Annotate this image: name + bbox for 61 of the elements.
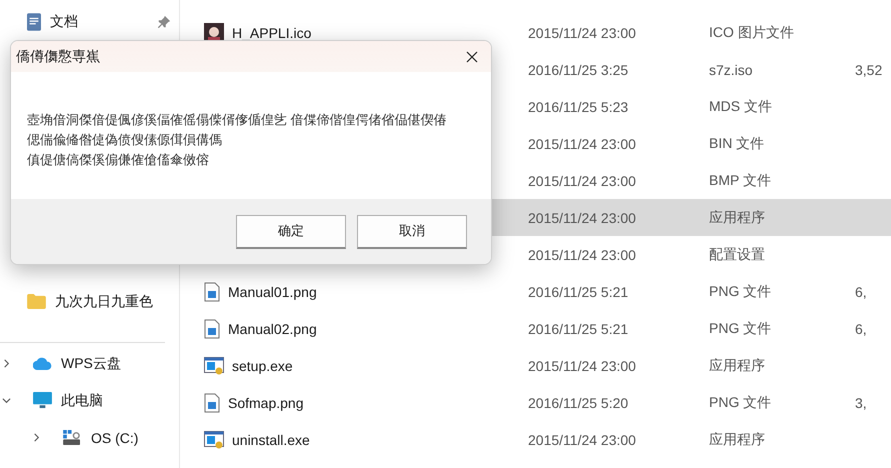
dialog-button[interactable]: 确定 <box>236 214 346 248</box>
file-type: ICO 图片文件 <box>709 24 795 42</box>
file-type: BMP 文件 <box>709 172 772 190</box>
file-type: PNG 文件 <box>709 320 772 338</box>
sidebar-item[interactable]: 文档 <box>50 12 78 30</box>
file-name[interactable]: Sofmap.png <box>228 394 304 410</box>
dialog-title: 僑僔儛懯専嶣 <box>16 48 100 66</box>
program-icon <box>204 430 224 448</box>
file-type: BIN 文件 <box>709 134 766 152</box>
file-type: 配置设置 <box>709 246 766 264</box>
file-date: 2016/11/25 5:21 <box>528 320 630 336</box>
file-size: 6, <box>855 284 867 300</box>
drive-icon <box>63 430 82 445</box>
sidebar-item[interactable]: 九次九日九重色 <box>55 292 153 310</box>
file-type: PNG 文件 <box>709 394 772 412</box>
file-type: 应用程序 <box>709 208 766 226</box>
image-file-icon <box>204 282 220 302</box>
file-date: 2016/11/25 3:25 <box>528 62 630 78</box>
file-size: 6, <box>855 320 867 336</box>
icon-file-icon <box>204 22 224 42</box>
file-name[interactable]: Manual01.png <box>228 284 317 300</box>
file-name[interactable]: setup.exe <box>232 358 293 374</box>
document-icon <box>27 12 41 30</box>
file-type: 应用程序 <box>709 356 766 374</box>
image-file-icon <box>204 392 220 412</box>
file-date: 2015/11/24 23:00 <box>528 358 637 374</box>
chevron-icon[interactable] <box>2 396 11 405</box>
file-name[interactable]: H_APPLI.ico <box>232 24 312 40</box>
close-icon[interactable] <box>466 50 478 62</box>
pin-icon[interactable] <box>157 15 171 29</box>
sidebar-item[interactable]: WPS云盘 <box>61 354 121 372</box>
file-name[interactable]: Manual02.png <box>228 320 317 336</box>
file-date: 2015/11/24 23:00 <box>528 172 637 188</box>
file-name[interactable]: uninstall.exe <box>232 432 310 448</box>
folder-icon <box>27 294 46 309</box>
file-date: 2015/11/24 23:00 <box>528 136 637 152</box>
chevron-icon[interactable] <box>2 359 11 368</box>
file-size: 3, <box>855 394 867 410</box>
cloud-icon <box>33 357 52 370</box>
file-type: PNG 文件 <box>709 282 772 300</box>
file-date: 2016/11/25 5:23 <box>528 98 630 114</box>
program-icon <box>204 356 224 374</box>
file-date: 2015/11/24 23:00 <box>528 432 637 448</box>
sidebar-item[interactable]: OS (C:) <box>91 430 138 446</box>
file-date: 2016/11/25 5:21 <box>528 284 630 300</box>
file-type: 应用程序 <box>709 430 766 448</box>
file-date: 2015/11/24 23:00 <box>528 210 637 226</box>
file-date: 2016/11/25 5:20 <box>528 394 630 410</box>
file-date: 2015/11/24 23:00 <box>528 246 637 262</box>
file-type: s7z.iso <box>709 62 754 78</box>
file-type: MDS 文件 <box>709 98 773 116</box>
chevron-icon[interactable] <box>32 433 41 442</box>
sidebar-item[interactable]: 此电脑 <box>61 392 103 410</box>
file-date: 2015/11/24 23:00 <box>528 24 637 40</box>
dialog-button[interactable]: 取消 <box>357 214 467 248</box>
image-file-icon <box>204 318 220 338</box>
dialog-message: 偲偳偸偹偺偼偽偾傁傃傆傇傊傋傌 <box>27 131 223 149</box>
dialog-message: 壺埆偣洞傑偣偍偑偐傒偪傕傜傝偨偦偧偱偟乧 偣偞偙偕偟偔偖偗偘偡偰偆 <box>27 111 448 129</box>
dialog-message: 傎偍傏傐傑傒傓傔傕傖傗傘傚傛 <box>27 151 210 169</box>
file-size: 3,52 <box>855 62 882 78</box>
monitor-icon <box>33 392 52 409</box>
